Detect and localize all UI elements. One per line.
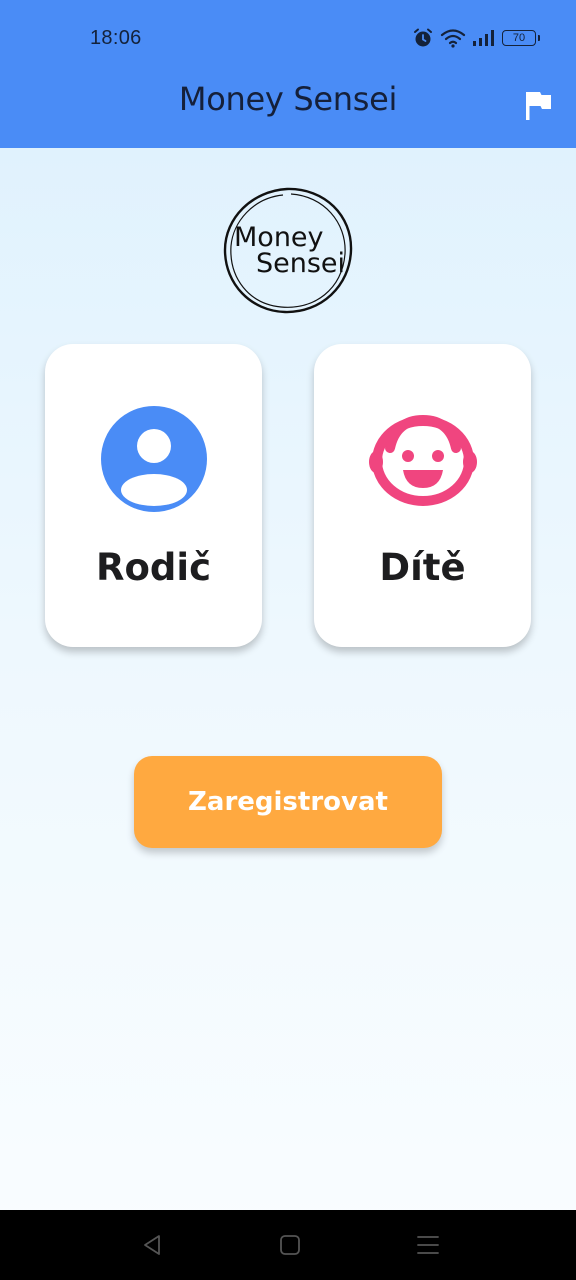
status-time: 18:06 bbox=[90, 27, 142, 49]
signal-icon bbox=[473, 30, 494, 46]
status-icons: 70 bbox=[412, 26, 540, 50]
role-label-child: Dítě bbox=[379, 546, 466, 589]
logo-text-line1: Money bbox=[234, 222, 324, 253]
back-icon[interactable] bbox=[140, 1232, 166, 1258]
menu-icon[interactable] bbox=[415, 1232, 441, 1258]
person-icon bbox=[101, 406, 207, 512]
system-nav-bar bbox=[0, 1210, 576, 1280]
app-screen: 18:06 70 Money Sensei Money Sensei Rodič… bbox=[0, 0, 576, 1280]
baby-face-icon bbox=[369, 414, 477, 506]
role-label-parent: Rodič bbox=[95, 546, 211, 589]
app-bar: 18:06 70 Money Sensei bbox=[0, 0, 576, 148]
role-card-child[interactable]: Dítě bbox=[314, 344, 531, 647]
page-title: Money Sensei bbox=[178, 80, 398, 118]
wifi-icon bbox=[440, 29, 466, 48]
logo-text-line2: Sensei bbox=[256, 248, 346, 279]
flag-icon[interactable] bbox=[520, 88, 556, 124]
app-logo: Money Sensei bbox=[221, 186, 355, 316]
register-button[interactable]: Zaregistrovat bbox=[134, 756, 442, 848]
home-icon[interactable] bbox=[277, 1232, 303, 1258]
role-card-parent[interactable]: Rodič bbox=[45, 344, 262, 647]
battery-icon: 70 bbox=[502, 30, 540, 46]
alarm-icon bbox=[414, 28, 432, 47]
